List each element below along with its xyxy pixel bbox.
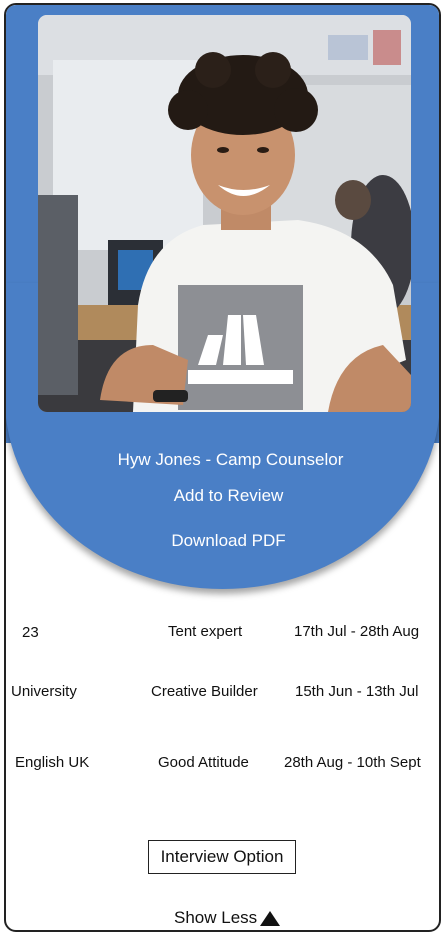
interview-option-button[interactable]: Interview Option	[148, 840, 296, 874]
show-less-label: Show Less	[174, 908, 258, 927]
detail-dates: 28th Aug - 10th Sept	[284, 754, 421, 771]
detail-dates: 15th Jun - 13th Jul	[295, 683, 419, 700]
show-less-toggle[interactable]: Show Less	[174, 908, 281, 928]
detail-dates: 17th Jul - 28th Aug	[294, 623, 420, 640]
name-separator: -	[200, 450, 216, 469]
detail-education: University	[11, 683, 77, 700]
detail-language: English UK	[15, 754, 90, 771]
triangle-up-icon	[260, 910, 281, 926]
download-pdf-link[interactable]: Download PDF	[6, 531, 439, 551]
detail-skill: Good Attitude	[158, 754, 249, 771]
candidate-role: Camp Counselor	[215, 450, 344, 469]
detail-age: 23	[22, 624, 39, 641]
profile-card: Hyw Jones - Camp Counselor Add to Review…	[4, 3, 441, 932]
add-to-review-link[interactable]: Add to Review	[6, 486, 439, 506]
detail-skill: Creative Builder	[151, 683, 258, 700]
candidate-name: Hyw Jones	[117, 450, 201, 469]
profile-photo	[38, 15, 411, 412]
detail-skill: Tent expert	[168, 623, 243, 640]
candidate-name-title: Hyw Jones - Camp Counselor	[6, 450, 439, 470]
